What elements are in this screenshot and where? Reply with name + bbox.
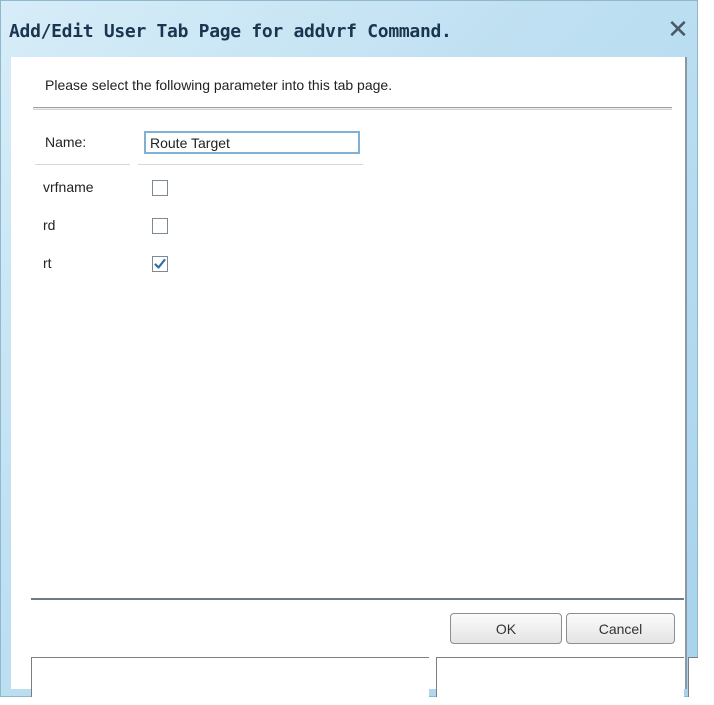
- instruction-text: Please select the following parameter in…: [45, 77, 393, 93]
- header-separator: [33, 107, 672, 110]
- cancel-button[interactable]: Cancel: [566, 613, 675, 644]
- dialog-title: Add/Edit User Tab Page for addvrf Comman…: [9, 21, 452, 42]
- ok-button[interactable]: OK: [450, 613, 562, 644]
- dialog-window: Add/Edit User Tab Page for addvrf Comman…: [0, 0, 698, 697]
- status-bar-pane: [436, 657, 684, 697]
- checkbox-rd[interactable]: [152, 218, 168, 234]
- close-icon: ✕: [667, 15, 689, 45]
- footer-separator: [31, 598, 684, 600]
- status-bar-pane: [31, 657, 429, 697]
- figure-id: 281799: [698, 654, 701, 689]
- checkbox-rt[interactable]: [152, 256, 168, 272]
- name-row-divider: [138, 164, 363, 165]
- name-input[interactable]: [144, 131, 360, 154]
- param-label-rt: rt: [43, 255, 52, 271]
- checkmark-icon: [154, 258, 166, 269]
- checkbox-vrfname[interactable]: [152, 180, 168, 196]
- param-label-vrfname: vrfname: [43, 179, 94, 195]
- param-label-rd: rd: [43, 217, 56, 233]
- status-bar-pane: [688, 657, 698, 697]
- name-label: Name:: [45, 134, 87, 150]
- name-row-divider: [35, 164, 130, 165]
- close-button[interactable]: ✕: [663, 15, 693, 45]
